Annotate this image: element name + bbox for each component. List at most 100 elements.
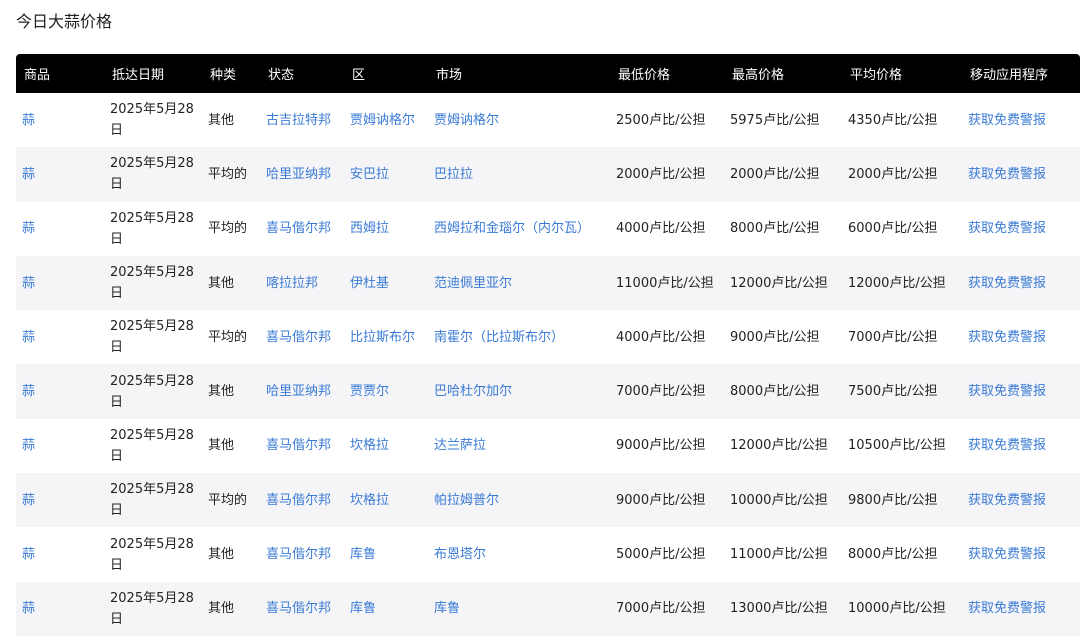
state-link[interactable]: 哈里亚纳邦 [266,384,331,399]
state-link[interactable]: 喜马偕尔邦 [266,221,331,236]
cell-app: 获取免费警报 [962,527,1080,581]
cell-district: 坎格拉 [344,419,428,473]
avg-price: 8000卢比/公担 [848,547,938,563]
cell-date: 2025年5月28日 [104,310,202,364]
variety: 其他 [208,112,235,128]
arrival-date: 2025年5月28日 [110,536,194,573]
market-link[interactable]: 帕拉姆普尔 [434,493,499,508]
cell-variety: 其他 [202,419,260,473]
cell-state: 喜马偕尔邦 [260,473,344,527]
state-link[interactable]: 哈里亚纳邦 [266,167,331,182]
state-link[interactable]: 喜马偕尔邦 [266,438,331,453]
header-district: 区 [352,68,366,83]
header-min-price: 最低价格 [618,68,671,83]
market-link[interactable]: 贾姆讷格尔 [434,113,499,128]
district-link[interactable]: 贾贾尔 [350,384,389,399]
state-link[interactable]: 喜马偕尔邦 [266,601,331,616]
cell-state: 古吉拉特邦 [260,93,344,147]
state-link[interactable]: 喜马偕尔邦 [266,493,331,508]
state-link[interactable]: 古吉拉特邦 [266,113,331,128]
cell-avg: 2000卢比/公担 [842,147,962,201]
market-link[interactable]: 巴哈杜尔加尔 [434,384,512,399]
district-link[interactable]: 坎格拉 [350,493,389,508]
cell-variety: 平均的 [202,202,260,256]
product-link[interactable]: 蒜 [22,438,35,453]
cell-market: 库鲁 [428,582,610,636]
market-link[interactable]: 范迪佩里亚尔 [434,276,512,291]
cell-state: 喜马偕尔邦 [260,202,344,256]
district-link[interactable]: 贾姆讷格尔 [350,113,415,128]
cell-avg: 12000卢比/公担 [842,256,962,310]
cell-variety: 平均的 [202,147,260,201]
district-link[interactable]: 比拉斯布尔 [350,330,415,345]
max-price: 10000卢比/公担 [730,492,828,508]
cell-market: 帕拉姆普尔 [428,473,610,527]
free-alert-link[interactable]: 获取免费警报 [968,167,1046,182]
arrival-date: 2025年5月28日 [110,102,194,139]
avg-price: 10500卢比/公担 [848,438,946,454]
max-price: 11000卢比/公担 [730,547,828,563]
variety: 平均的 [208,166,248,182]
product-link[interactable]: 蒜 [22,547,35,562]
state-link[interactable]: 喀拉拉邦 [266,276,318,291]
cell-product: 蒜 [16,527,104,581]
product-link[interactable]: 蒜 [22,276,35,291]
district-link[interactable]: 安巴拉 [350,167,389,182]
cell-app: 获取免费警报 [962,202,1080,256]
product-link[interactable]: 蒜 [22,113,35,128]
free-alert-link[interactable]: 获取免费警报 [968,384,1046,399]
market-link[interactable]: 达兰萨拉 [434,438,486,453]
arrival-date: 2025年5月28日 [110,373,194,410]
free-alert-link[interactable]: 获取免费警报 [968,547,1046,562]
district-link[interactable]: 库鲁 [350,601,376,616]
market-link[interactable]: 布恩塔尔 [434,547,486,562]
product-link[interactable]: 蒜 [22,221,35,236]
free-alert-link[interactable]: 获取免费警报 [968,601,1046,616]
district-link[interactable]: 库鲁 [350,547,376,562]
cell-market: 布恩塔尔 [428,527,610,581]
table-row: 蒜 2025年5月28日 其他 哈里亚纳邦 贾贾尔 巴哈杜尔加尔 7000卢比/公担 8000… [16,364,1080,419]
market-link[interactable]: 南霍尔（比拉斯布尔） [434,330,564,345]
cell-min: 7000卢比/公担 [610,582,724,636]
cell-district: 库鲁 [344,582,428,636]
cell-max: 8000卢比/公担 [724,202,842,256]
cell-app: 获取免费警报 [962,419,1080,473]
market-link[interactable]: 西姆拉和金瑙尔（内尔瓦） [434,221,590,236]
cell-district: 贾姆讷格尔 [344,93,428,147]
min-price: 9000卢比/公担 [616,438,706,454]
product-link[interactable]: 蒜 [22,167,35,182]
free-alert-link[interactable]: 获取免费警报 [968,276,1046,291]
free-alert-link[interactable]: 获取免费警报 [968,113,1046,128]
cell-variety: 平均的 [202,473,260,527]
variety: 平均的 [208,329,248,345]
page-title: 今日大蒜价格 [16,12,113,31]
district-link[interactable]: 伊杜基 [350,276,389,291]
product-link[interactable]: 蒜 [22,601,35,616]
max-price: 12000卢比/公担 [730,438,828,454]
cell-date: 2025年5月28日 [104,147,202,201]
state-link[interactable]: 喜马偕尔邦 [266,330,331,345]
arrival-date: 2025年5月28日 [110,482,194,519]
min-price: 4000卢比/公担 [616,221,706,237]
free-alert-link[interactable]: 获取免费警报 [968,493,1046,508]
free-alert-link[interactable]: 获取免费警报 [968,330,1046,345]
min-price: 2000卢比/公担 [616,166,706,182]
cell-date: 2025年5月28日 [104,527,202,581]
product-link[interactable]: 蒜 [22,384,35,399]
max-price: 9000卢比/公担 [730,329,820,345]
free-alert-link[interactable]: 获取免费警报 [968,438,1046,453]
district-link[interactable]: 西姆拉 [350,221,389,236]
state-link[interactable]: 喜马偕尔邦 [266,547,331,562]
market-link[interactable]: 库鲁 [434,601,460,616]
product-link[interactable]: 蒜 [22,330,35,345]
market-link[interactable]: 巴拉拉 [434,167,473,182]
cell-avg: 8000卢比/公担 [842,527,962,581]
cell-product: 蒜 [16,256,104,310]
free-alert-link[interactable]: 获取免费警报 [968,221,1046,236]
district-link[interactable]: 坎格拉 [350,438,389,453]
cell-max: 8000卢比/公担 [724,364,842,418]
avg-price: 2000卢比/公担 [848,166,938,182]
cell-min: 5000卢比/公担 [610,527,724,581]
header-mobile-app: 移动应用程序 [970,68,1049,83]
product-link[interactable]: 蒜 [22,493,35,508]
